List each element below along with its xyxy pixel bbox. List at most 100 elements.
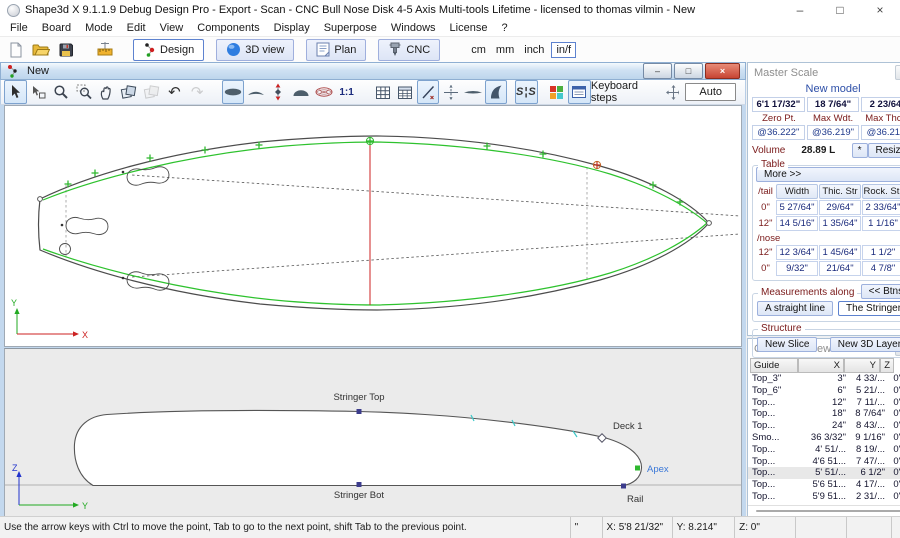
plan-view[interactable]: Y X xyxy=(4,105,742,347)
unit-inf[interactable]: in/f xyxy=(551,42,576,58)
guideline-row[interactable]: Top...12"7 11/...0" xyxy=(748,397,900,409)
flow-lines-button[interactable] xyxy=(313,80,336,104)
3d-view-button[interactable]: 3D view xyxy=(216,39,294,61)
rotate-view-button[interactable] xyxy=(118,80,141,104)
one-to-one-button[interactable]: 1:1 xyxy=(335,80,358,104)
stringer-bot-point[interactable] xyxy=(357,482,362,487)
stringer-top-point[interactable] xyxy=(357,409,362,414)
straight-line-button[interactable]: A straight line xyxy=(757,301,833,316)
grid-button[interactable] xyxy=(371,80,394,104)
zoom-tool-button[interactable] xyxy=(49,80,72,104)
fin-button[interactable] xyxy=(485,80,508,104)
pan-tool-button[interactable] xyxy=(95,80,118,104)
cnc-button[interactable]: CNC xyxy=(378,39,440,61)
rock-column-header[interactable]: Rock. Str xyxy=(862,184,900,199)
select-tool-button[interactable] xyxy=(4,80,27,104)
master-scale-panel-button[interactable] xyxy=(895,65,900,80)
menu-components[interactable]: Components xyxy=(190,22,266,34)
doc-minimize-button[interactable]: – xyxy=(643,63,672,79)
max-thck-value[interactable]: @36.219" xyxy=(861,125,900,140)
unit-mm[interactable]: mm xyxy=(496,44,514,56)
resize-grip[interactable] xyxy=(892,517,900,538)
colors-button[interactable] xyxy=(545,80,568,104)
fin-plug-center[interactable] xyxy=(66,217,109,235)
menu-windows[interactable]: Windows xyxy=(384,22,443,34)
plan-view-canvas[interactable]: Y X xyxy=(5,106,741,346)
btns-button[interactable]: << Btns xyxy=(861,284,900,299)
max-wdt-value[interactable]: @36.219" xyxy=(807,125,860,140)
thickness-value[interactable]: 2 23/64" xyxy=(861,97,900,112)
length-value[interactable]: 6'1 17/32" xyxy=(752,97,805,112)
thic-column-header[interactable]: Thic. Str xyxy=(819,184,861,199)
guideline-row[interactable]: Top...24"8 43/...0" xyxy=(748,420,900,432)
save-icon[interactable] xyxy=(55,40,77,60)
outline-control-points[interactable] xyxy=(65,142,684,206)
close-button[interactable]: × xyxy=(860,0,900,20)
measurements-toggle-button[interactable] xyxy=(417,80,440,104)
tail-point[interactable] xyxy=(38,197,43,202)
outline-view-button[interactable] xyxy=(222,80,245,104)
guideline-row-selected[interactable]: Top...5' 51/...6 1/2"0" xyxy=(748,467,900,479)
keyboard-steps-auto-button[interactable]: Auto xyxy=(685,83,736,101)
guideline-row[interactable]: Top_6"6"5 21/...0" xyxy=(748,385,900,397)
star-button[interactable]: * xyxy=(852,143,868,158)
width-column-header[interactable]: Width xyxy=(776,184,818,199)
menu-display[interactable]: Display xyxy=(267,22,317,34)
z-column-header[interactable]: Z xyxy=(880,358,894,373)
menu-view[interactable]: View xyxy=(153,22,191,34)
guideline-row[interactable]: Top...4'6 51...7 47/...0" xyxy=(748,456,900,468)
grid-table-button[interactable] xyxy=(394,80,417,104)
design-mode-button[interactable]: Design xyxy=(133,39,204,61)
leash-plug[interactable] xyxy=(60,244,71,255)
move-cross-icon[interactable] xyxy=(666,85,680,100)
menu-mode[interactable]: Mode xyxy=(78,22,120,34)
guideline-row[interactable]: Top...4' 51/...8 19/...0" xyxy=(748,444,900,456)
guideline-row[interactable]: Top...5'6 51...4 17/...0" xyxy=(748,479,900,491)
thickness-view-button[interactable] xyxy=(267,80,290,104)
nose-point[interactable] xyxy=(707,221,712,226)
slice-view-canvas[interactable]: Stringer Top Stringer Bot Deck 1 Apex Ra… xyxy=(5,349,741,511)
slice-view-button[interactable] xyxy=(290,80,313,104)
measure-tool-icon[interactable] xyxy=(94,40,116,60)
properties-panel-button[interactable] xyxy=(568,80,591,104)
board-outline[interactable] xyxy=(39,136,710,310)
width-value[interactable]: 18 7/64" xyxy=(807,97,860,112)
rail-point[interactable] xyxy=(621,484,626,489)
redo-button[interactable]: ↷ xyxy=(186,80,209,104)
slice-view[interactable]: Stringer Top Stringer Bot Deck 1 Apex Ra… xyxy=(4,348,742,517)
plan-button[interactable]: Plan xyxy=(306,39,366,61)
guideline-row[interactable]: Top_3"3"4 33/...0" xyxy=(748,373,900,385)
maximize-button[interactable]: □ xyxy=(820,0,860,20)
zero-pt-value[interactable]: @36.222" xyxy=(752,125,805,140)
menu-help[interactable]: ? xyxy=(494,22,514,34)
select-box-tool-button[interactable] xyxy=(27,80,50,104)
doc-close-button[interactable]: × xyxy=(705,63,740,79)
minimize-button[interactable]: – xyxy=(780,0,820,20)
x-column-header[interactable]: X xyxy=(798,358,844,373)
unit-cm[interactable]: cm xyxy=(471,44,486,56)
menu-file[interactable]: File xyxy=(3,22,35,34)
resize-button[interactable]: Resize xyxy=(868,143,900,158)
the-stringer-button[interactable]: The Stringer xyxy=(838,301,900,316)
menu-edit[interactable]: Edit xyxy=(120,22,153,34)
menu-superpose[interactable]: Superpose xyxy=(317,22,384,34)
guideline-row[interactable]: Top...18"8 7/64"0" xyxy=(748,408,900,420)
guide-column-header[interactable]: Guide xyxy=(750,358,798,373)
guideline-row[interactable]: Top...5'9 51...2 31/...0" xyxy=(748,491,900,503)
open-folder-icon[interactable] xyxy=(30,40,52,60)
menu-board[interactable]: Board xyxy=(35,22,78,34)
new-slice-button[interactable]: New Slice xyxy=(757,337,817,352)
new-file-icon[interactable] xyxy=(5,40,27,60)
y-column-header[interactable]: Y xyxy=(844,358,880,373)
menu-license[interactable]: License xyxy=(443,22,495,34)
apex-point[interactable] xyxy=(635,466,640,471)
undo-button[interactable]: ↶ xyxy=(163,80,186,104)
doc-restore-button[interactable]: □ xyxy=(674,63,703,79)
unit-inch[interactable]: inch xyxy=(524,44,544,56)
rotate-view-alt-button[interactable] xyxy=(140,80,163,104)
highlight-control-point[interactable] xyxy=(593,161,600,168)
zoom-region-tool-button[interactable] xyxy=(72,80,95,104)
model-name[interactable]: New model xyxy=(752,83,900,95)
profile-button[interactable] xyxy=(462,80,485,104)
selected-control-point[interactable] xyxy=(366,137,373,144)
